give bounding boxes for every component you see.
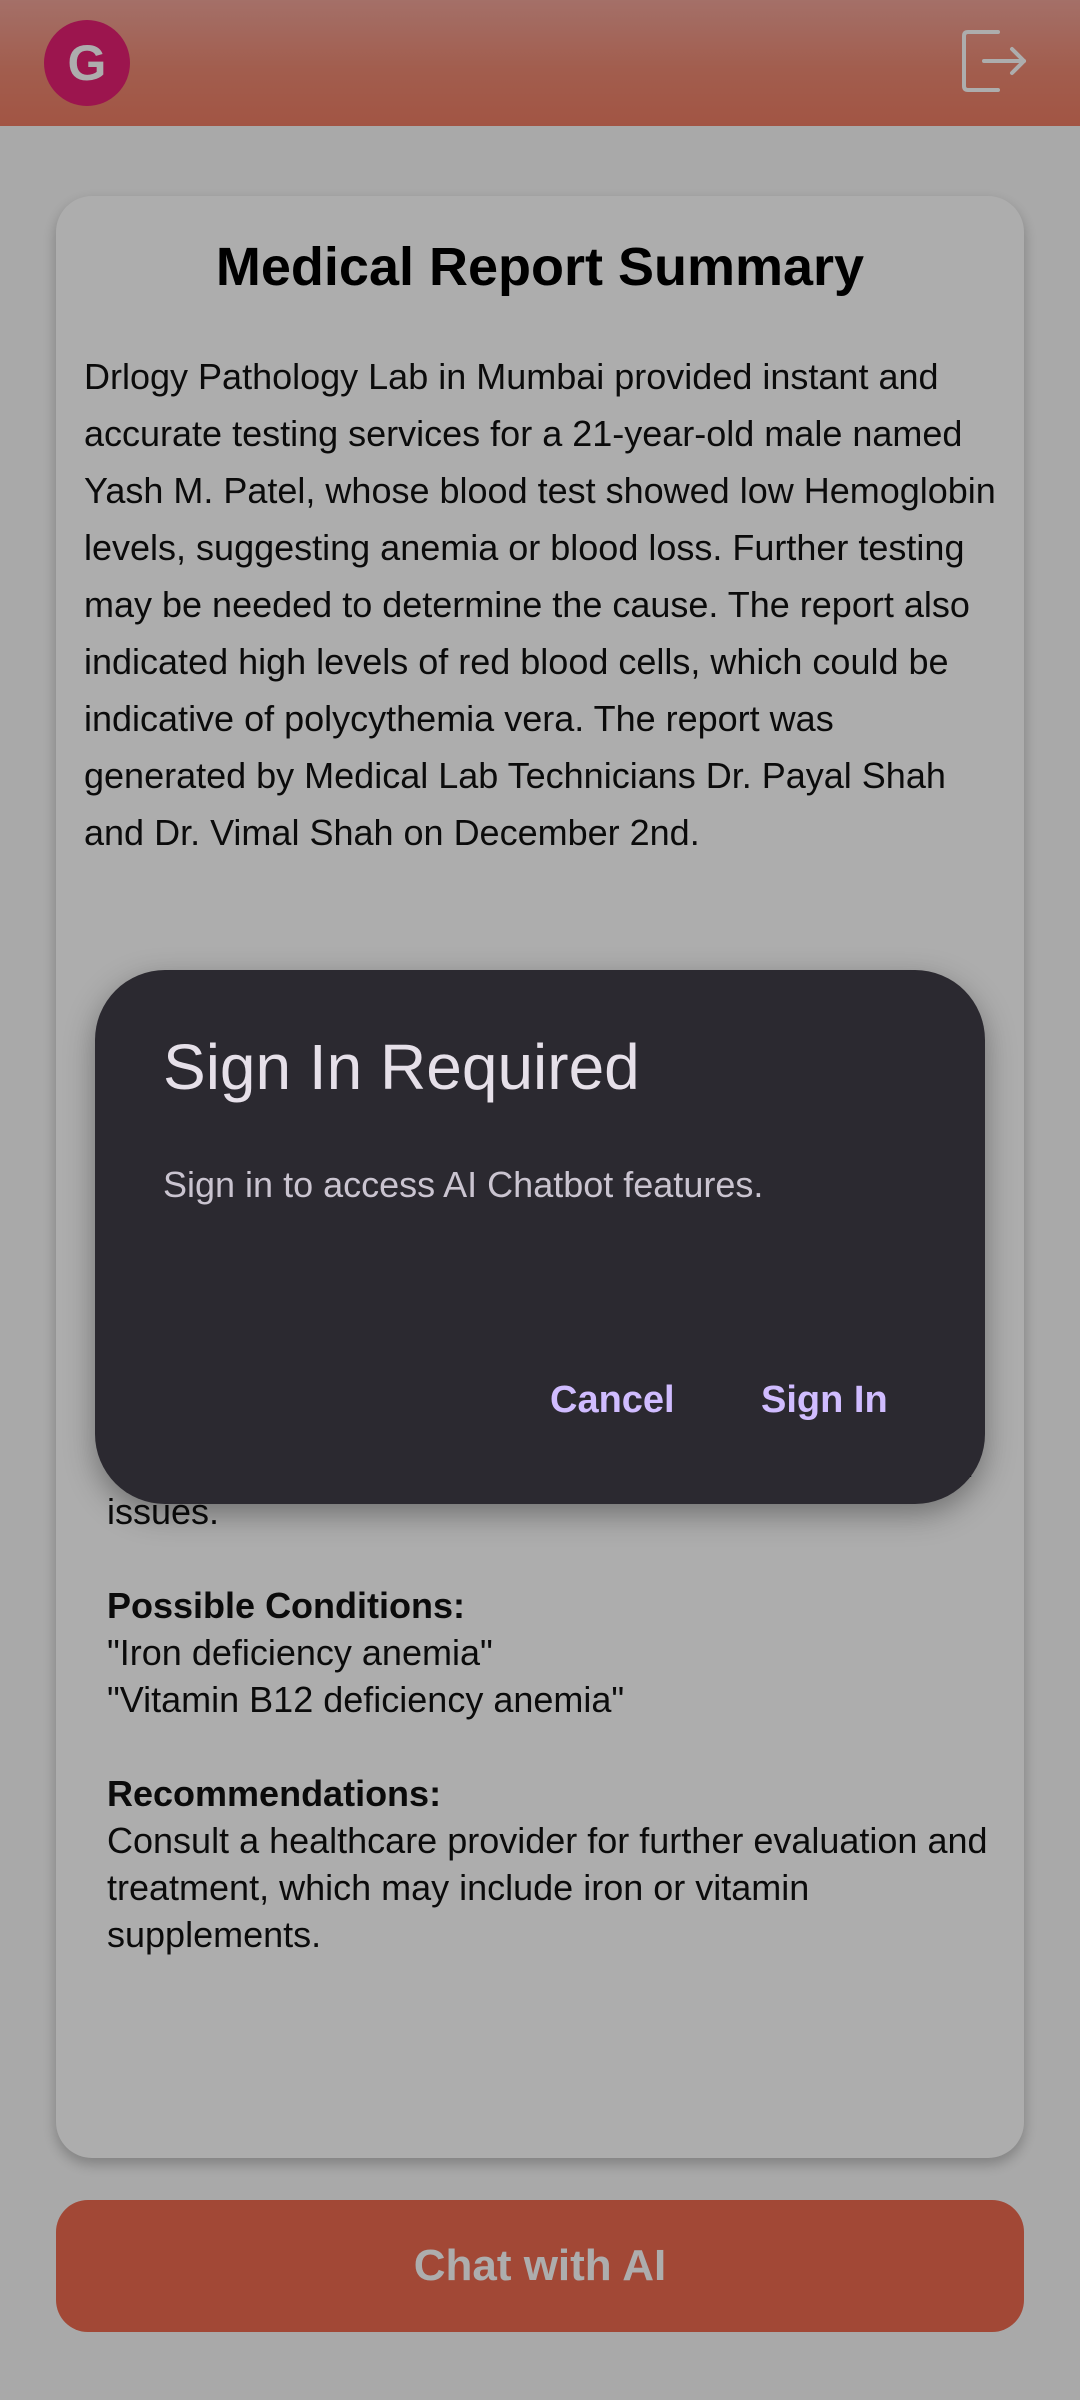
sign-in-button[interactable]: Sign In (761, 1368, 888, 1432)
dialog-message: Sign in to access AI Chatbot features. (163, 1164, 764, 1205)
sign-in-dialog: Sign In Required Sign in to access AI Ch… (95, 970, 985, 1504)
dialog-title: Sign In Required (163, 1031, 640, 1103)
cancel-button[interactable]: Cancel (550, 1368, 675, 1432)
